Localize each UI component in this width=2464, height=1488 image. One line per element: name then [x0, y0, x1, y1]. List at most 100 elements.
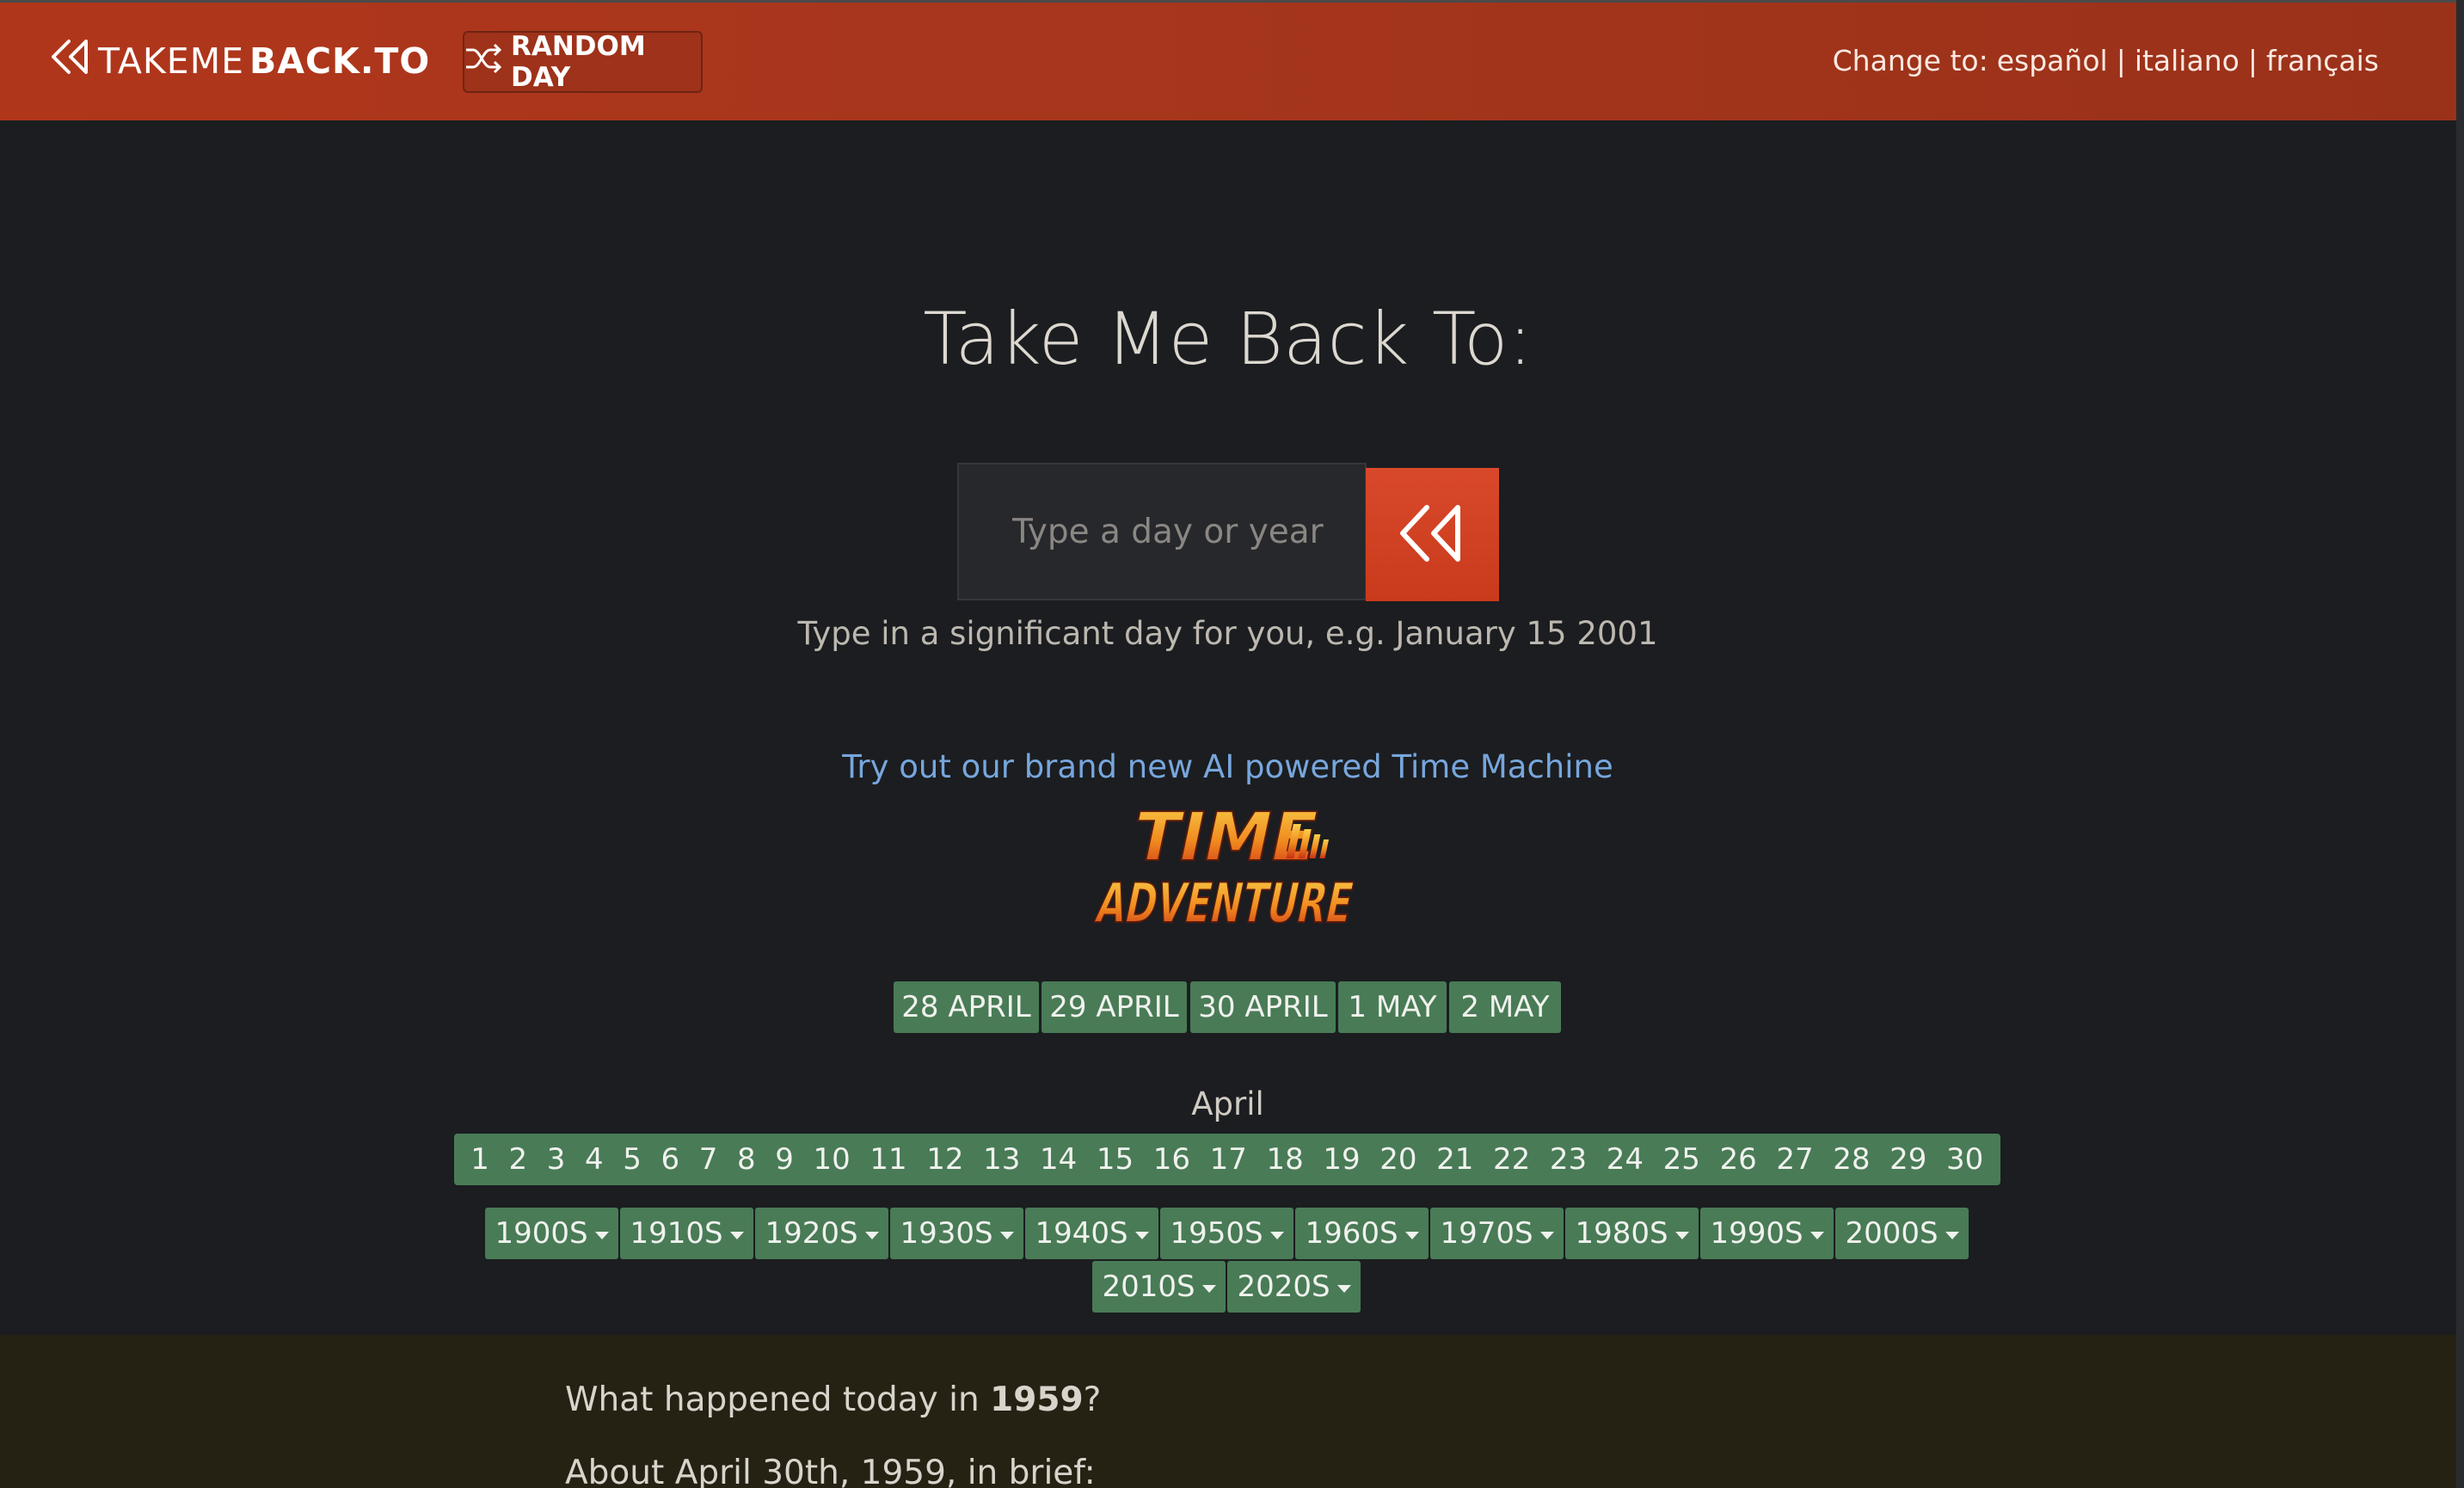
day-link[interactable]: 4 [585, 1142, 604, 1177]
question-year: 1959 [990, 1380, 1084, 1419]
day-link[interactable]: 23 [1550, 1142, 1587, 1177]
day-link[interactable]: 15 [1097, 1142, 1134, 1177]
caret-down-icon [1810, 1231, 1824, 1239]
day-link[interactable]: 27 [1776, 1142, 1813, 1177]
day-link[interactable]: 17 [1210, 1142, 1247, 1177]
decade-dropdown[interactable]: 1990S [1700, 1208, 1834, 1259]
decade-label: 2010S [1102, 1270, 1195, 1304]
decade-dropdown[interactable]: 1910S [620, 1208, 753, 1259]
day-link[interactable]: 8 [737, 1142, 756, 1177]
random-day-label: RANDOM DAY [511, 31, 646, 93]
day-link[interactable]: 7 [699, 1142, 718, 1177]
day-link[interactable]: 20 [1379, 1142, 1416, 1177]
decade-dropdown[interactable]: 1900S [485, 1208, 618, 1259]
date-search-input[interactable] [957, 463, 1367, 600]
question-prefix: What happened today in [565, 1380, 991, 1419]
decade-label: 1990S [1710, 1216, 1803, 1251]
day-link[interactable]: 28 [1833, 1142, 1870, 1177]
caret-down-icon [729, 1231, 744, 1239]
decade-label: 1950S [1170, 1216, 1263, 1251]
month-label: April [1191, 1085, 1264, 1122]
lang-link-italiano[interactable]: italiano [2135, 44, 2240, 77]
day-link[interactable]: 24 [1607, 1142, 1644, 1177]
decade-dropdown[interactable]: 1940S [1025, 1208, 1158, 1259]
day-link[interactable]: 21 [1436, 1142, 1473, 1177]
logo-text-line2: ADVENTURE [1091, 872, 1359, 936]
day-link[interactable]: 1 [470, 1142, 489, 1177]
decade-label: 1910S [630, 1216, 723, 1251]
day-link[interactable]: 29 [1889, 1142, 1926, 1177]
day-link[interactable]: 18 [1267, 1142, 1304, 1177]
decade-label: 1930S [900, 1216, 993, 1251]
language-switcher: Change to: español | italiano | français [1833, 39, 2379, 82]
search-hint: Type in a significant day for you, e.g. … [797, 615, 1658, 652]
brand-logo-link[interactable]: TAKEME BACK.TO [50, 35, 430, 87]
time-adventure-logo[interactable]: TIME ADVENTURE [1085, 791, 1369, 938]
caret-down-icon [1945, 1231, 1959, 1239]
caret-down-icon [594, 1231, 609, 1239]
decade-dropdown[interactable]: 1920S [755, 1208, 888, 1259]
caret-down-icon [999, 1231, 1014, 1239]
day-link[interactable]: 10 [814, 1142, 851, 1177]
decade-label: 1920S [765, 1216, 858, 1251]
nearby-date-button[interactable]: 29 APRIL [1042, 981, 1187, 1033]
decade-label: 1960S [1305, 1216, 1398, 1251]
decade-dropdown[interactable]: 1950S [1160, 1208, 1293, 1259]
history-panel [0, 1335, 2464, 1488]
decade-dropdown[interactable]: 2020S [1227, 1261, 1361, 1313]
shuffle-icon [464, 42, 502, 82]
language-prefix: Change to: [1832, 43, 1988, 77]
history-about-heading: About April 30th, 1959, in brief: [565, 1454, 1096, 1488]
lang-separator: | [2116, 43, 2126, 77]
history-question: What happened today in 1959? [565, 1380, 1101, 1419]
day-link[interactable]: 30 [1946, 1142, 1983, 1177]
top-navbar: TAKEME BACK.TO RANDOM DAY Change to: espa… [0, 0, 2464, 120]
nearby-date-button[interactable]: 28 APRIL [894, 981, 1039, 1033]
rewind-icon [50, 38, 93, 84]
brand-text-bold: BACK.TO [249, 40, 431, 82]
go-back-button[interactable] [1366, 468, 1499, 601]
day-link[interactable]: 26 [1720, 1142, 1757, 1177]
caret-down-icon [1404, 1231, 1419, 1239]
decade-dropdown[interactable]: 1960S [1295, 1208, 1429, 1259]
caret-down-icon [864, 1231, 879, 1239]
lang-link-espanol[interactable]: español [1997, 44, 2108, 77]
decade-dropdown[interactable]: 2010S [1092, 1261, 1226, 1313]
day-link[interactable]: 11 [869, 1142, 906, 1177]
caret-down-icon [1201, 1284, 1216, 1293]
day-link[interactable]: 25 [1663, 1142, 1700, 1177]
decade-dropdown[interactable]: 1970S [1430, 1208, 1564, 1259]
lang-separator: | [2247, 43, 2258, 77]
month-days-bar: 1 2 3 4 5 6 7 8 9 10 11 12 13 14 15 16 17 18 19 20 21 22 23 24 2… [454, 1134, 2000, 1185]
day-link[interactable]: 6 [661, 1142, 680, 1177]
decade-label: 1980S [1575, 1216, 1668, 1251]
random-day-button[interactable]: RANDOM DAY [463, 31, 703, 93]
decade-dropdown[interactable]: 2000S [1835, 1208, 1969, 1259]
day-link[interactable]: 12 [926, 1142, 963, 1177]
decade-dropdown[interactable]: 1930S [890, 1208, 1023, 1259]
decade-label: 2020S [1237, 1270, 1330, 1304]
day-link[interactable]: 13 [983, 1142, 1020, 1177]
caret-down-icon [1674, 1231, 1689, 1239]
ai-time-machine-link[interactable]: Try out our brand new AI powered Time Ma… [0, 748, 2455, 785]
lang-link-francais[interactable]: français [2266, 44, 2379, 77]
decade-label: 2000S [1845, 1216, 1939, 1251]
brand-text-light: TAKEME [98, 40, 244, 82]
decade-dropdown[interactable]: 1980S [1565, 1208, 1699, 1259]
day-link[interactable]: 14 [1040, 1142, 1077, 1177]
nearby-date-button[interactable]: 1 MAY [1338, 981, 1447, 1033]
day-link[interactable]: 22 [1493, 1142, 1530, 1177]
day-link[interactable]: 2 [509, 1142, 528, 1177]
nearby-date-button[interactable]: 30 APRIL [1190, 981, 1336, 1033]
day-link[interactable]: 16 [1153, 1142, 1190, 1177]
day-link[interactable]: 3 [547, 1142, 566, 1177]
rewind-icon [1398, 502, 1468, 567]
nearby-date-button[interactable]: 2 MAY [1449, 981, 1561, 1033]
day-link[interactable]: 9 [775, 1142, 794, 1177]
decade-label: 1900S [495, 1216, 588, 1251]
caret-down-icon [1269, 1231, 1284, 1239]
question-suffix: ? [1083, 1380, 1102, 1419]
day-link[interactable]: 19 [1323, 1142, 1360, 1177]
decade-label: 1940S [1035, 1216, 1128, 1251]
day-link[interactable]: 5 [623, 1142, 642, 1177]
